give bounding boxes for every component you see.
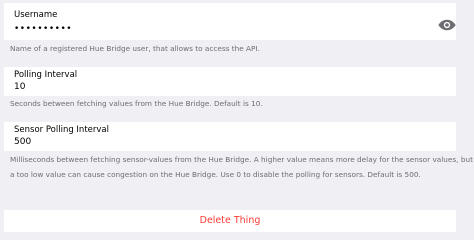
username-field[interactable]: •••••••••• bbox=[14, 24, 72, 34]
sensor-polling-interval-hint-line1: Milliseconds between fetching sensor-val… bbox=[10, 155, 473, 164]
sensor-polling-interval-label: Sensor Polling Interval bbox=[14, 125, 109, 135]
username-card: Username •••••••••• bbox=[4, 3, 456, 40]
polling-interval-label: Polling Interval bbox=[14, 70, 78, 80]
delete-card: Delete Thing bbox=[4, 210, 456, 232]
polling-interval-field[interactable]: 10 bbox=[14, 82, 25, 92]
username-label: Username bbox=[14, 10, 58, 20]
sensor-polling-interval-hint-line2: a too low value can cause congestion on … bbox=[10, 170, 421, 179]
delete-thing-button[interactable]: Delete Thing bbox=[4, 215, 456, 226]
polling-interval-card: Polling Interval 10 bbox=[4, 67, 456, 96]
settings-page: { "username": { "label": "Username", "va… bbox=[0, 0, 474, 239]
sensor-polling-interval-card: Sensor Polling Interval 500 bbox=[4, 122, 456, 151]
eye-icon[interactable] bbox=[438, 19, 456, 31]
username-hint: Name of a registered Hue Bridge user, th… bbox=[10, 44, 260, 53]
polling-interval-hint: Seconds between fetching values from the… bbox=[10, 99, 263, 108]
sensor-polling-interval-field[interactable]: 500 bbox=[14, 137, 31, 147]
